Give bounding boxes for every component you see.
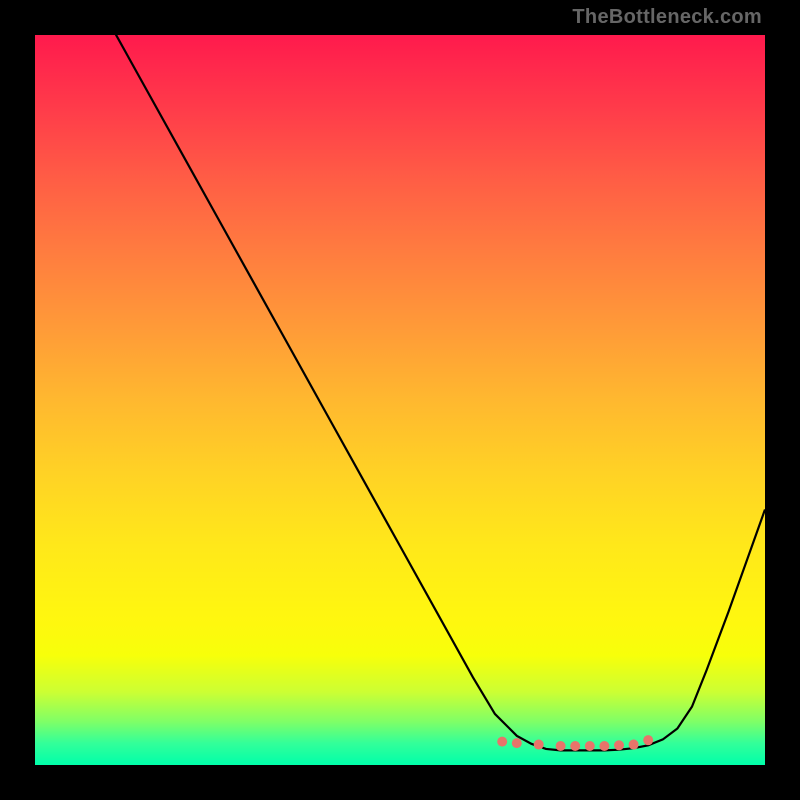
marker-dot bbox=[556, 741, 566, 751]
bottleneck-curve-svg bbox=[35, 35, 765, 765]
plot-area bbox=[35, 35, 765, 765]
curve-group bbox=[72, 35, 766, 750]
bottleneck-curve bbox=[72, 35, 766, 750]
marker-dot bbox=[497, 737, 507, 747]
marker-dot bbox=[534, 740, 544, 750]
marker-dot bbox=[629, 740, 639, 750]
marker-dot bbox=[585, 741, 595, 751]
chart-container: TheBottleneck.com bbox=[0, 0, 800, 800]
watermark-text: TheBottleneck.com bbox=[572, 6, 762, 29]
marker-dot bbox=[599, 741, 609, 751]
marker-dot bbox=[570, 741, 580, 751]
marker-dot bbox=[614, 740, 624, 750]
marker-dot bbox=[512, 738, 522, 748]
marker-dot bbox=[643, 735, 653, 745]
